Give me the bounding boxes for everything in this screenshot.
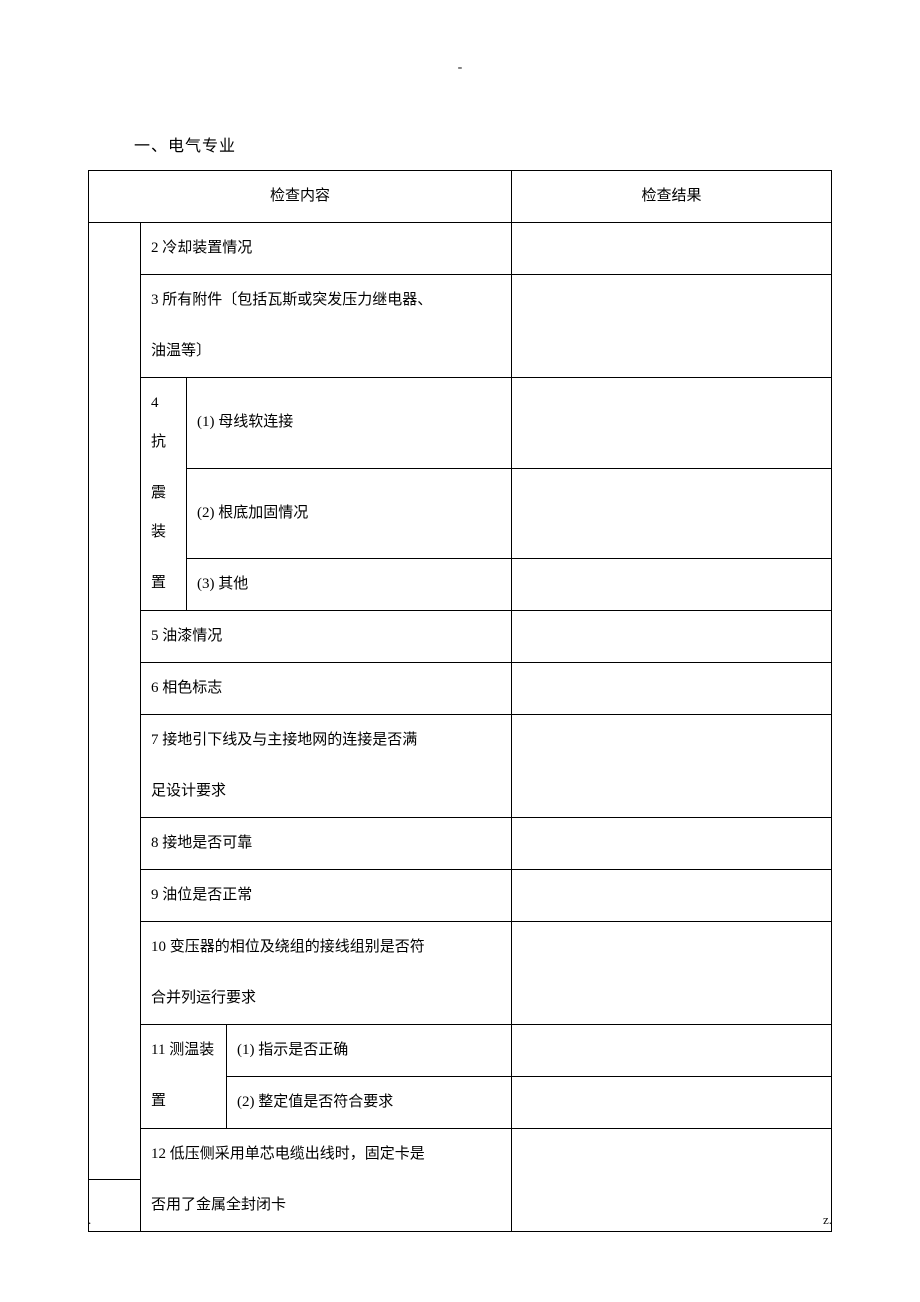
cell-content: 12 低压侧采用单芯电缆出线时，固定卡是 [141,1128,512,1180]
cell-content: (3) 其他 [187,558,512,610]
cell-sub-label: 4 抗 [141,378,187,469]
cell-content: (1) 母线软连接 [187,378,512,469]
cell-result [512,275,832,378]
table-row: 9 油位是否正常 [89,869,832,921]
cell-result [512,610,832,662]
table-row: 3 所有附件〔包括瓦斯或突发压力继电器、 [89,275,832,327]
table-row: 10 变压器的相位及绕组的接线组别是否符 [89,921,832,973]
table-row: 置 (3) 其他 [89,558,832,610]
cell-content: 7 接地引下线及与主接地网的连接是否满 [141,714,512,766]
cell-result [512,1076,832,1128]
footer-right: z. [823,1212,832,1228]
cell-result [512,921,832,1024]
table-row: 5 油漆情况 [89,610,832,662]
footer-left: . [88,1212,91,1228]
cell-content: 5 油漆情况 [141,610,512,662]
cell-result [512,1024,832,1076]
cell-sub-label: 11 测温装 [141,1024,227,1076]
cell-content: (2) 根底加固情况 [187,468,512,558]
cell-result [512,869,832,921]
cell-content: (1) 指示是否正确 [227,1024,512,1076]
cell-content: 足设计要求 [141,766,512,818]
top-marker: - [88,60,832,76]
cell-content: 合并列运行要求 [141,973,512,1025]
table-row: 7 接地引下线及与主接地网的连接是否满 [89,714,832,766]
cell-sub-label: 震装 [141,468,187,558]
cell-sub-label: 置 [141,1076,227,1128]
cell-result [512,378,832,469]
table-row: 6 相色标志 [89,662,832,714]
cell-content: 2 冷却装置情况 [141,223,512,275]
cell-result [512,223,832,275]
cell-content: 6 相色标志 [141,662,512,714]
table-row: 4 抗 (1) 母线软连接 [89,378,832,469]
cell-content: 油温等〕 [141,326,512,378]
table-header-row: 检查内容 检查结果 [89,171,832,223]
table-row: 震装 (2) 根底加固情况 [89,468,832,558]
cell-content: 8 接地是否可靠 [141,817,512,869]
cell-sub-label: 置 [141,558,187,610]
cell-result [512,817,832,869]
cell-result [512,468,832,558]
page-footer: . z. [88,1212,832,1228]
cell-result [512,558,832,610]
table-row: 8 接地是否可靠 [89,817,832,869]
table-row: 11 测温装 (1) 指示是否正确 [89,1024,832,1076]
cell-content: 10 变压器的相位及绕组的接线组别是否符 [141,921,512,973]
cell-content: 9 油位是否正常 [141,869,512,921]
cell-result [512,662,832,714]
table-row: 2 冷却装置情况 [89,223,832,275]
header-content: 检查内容 [89,171,512,223]
section-title: 一、电气专业 [134,132,832,156]
row-group-stub [89,223,141,1180]
cell-content: 3 所有附件〔包括瓦斯或突发压力继电器、 [141,275,512,327]
header-result: 检查结果 [512,171,832,223]
cell-result [512,714,832,817]
table-row: 置 (2) 整定值是否符合要求 [89,1076,832,1128]
inspection-table: 检查内容 检查结果 2 冷却装置情况 3 所有附件〔包括瓦斯或突发压力继电器、 … [88,170,832,1232]
table-row: 12 低压侧采用单芯电缆出线时，固定卡是 [89,1128,832,1180]
cell-content: (2) 整定值是否符合要求 [227,1076,512,1128]
